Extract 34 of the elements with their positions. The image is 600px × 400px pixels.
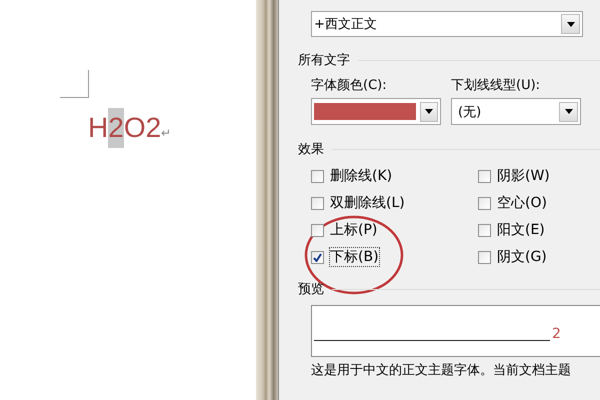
checkbox[interactable] — [478, 250, 491, 264]
dropdown-arrow-icon — [424, 109, 433, 114]
checkbox[interactable] — [478, 170, 491, 182]
checkbox-label[interactable]: 双删除线(L) — [330, 194, 405, 212]
preview-sample: 2 — [552, 326, 561, 342]
checkbox-label[interactable]: 阴文(G) — [497, 248, 547, 266]
checkbox-label[interactable]: 阳文(E) — [497, 221, 545, 239]
margin-corner-mark — [60, 70, 89, 98]
checkbox-label[interactable]: 删除线(K) — [330, 167, 392, 185]
section-heading: 效果 — [298, 141, 324, 158]
checkbox[interactable] — [478, 196, 491, 210]
checkbox[interactable] — [311, 250, 324, 264]
section-heading: 所有文字 — [298, 52, 350, 69]
dropdown[interactable] — [311, 98, 441, 125]
paragraph-mark: ↵ — [161, 126, 172, 140]
document-text: H — [88, 111, 108, 145]
section-heading: 预览 — [298, 281, 324, 298]
dropdown-arrow-icon — [566, 22, 574, 26]
checkbox-label[interactable]: 阴影(W) — [497, 167, 550, 185]
preview-description: 这是用于中文的正文主题字体。当前文档主题 — [311, 362, 572, 379]
checkbox[interactable] — [311, 224, 324, 236]
document-text: O2 — [124, 111, 162, 145]
checkbox-label[interactable]: 空心(O) — [497, 194, 547, 212]
checkbox[interactable] — [311, 196, 324, 210]
checkbox-label[interactable]: 下标(B) — [330, 248, 379, 266]
dropdown[interactable]: (无) — [451, 98, 581, 125]
checkbox[interactable] — [478, 224, 491, 236]
dropdown-arrow-icon — [564, 109, 572, 114]
document-text: 2 — [108, 108, 124, 148]
field-label: 下划线线型(U): — [451, 77, 542, 94]
checkbox[interactable] — [311, 170, 324, 182]
field-label: 字体颜色(C): — [311, 77, 388, 94]
dropdown[interactable]: +西文正文 — [311, 11, 583, 37]
checkbox-label[interactable]: 上标(P) — [330, 221, 378, 239]
